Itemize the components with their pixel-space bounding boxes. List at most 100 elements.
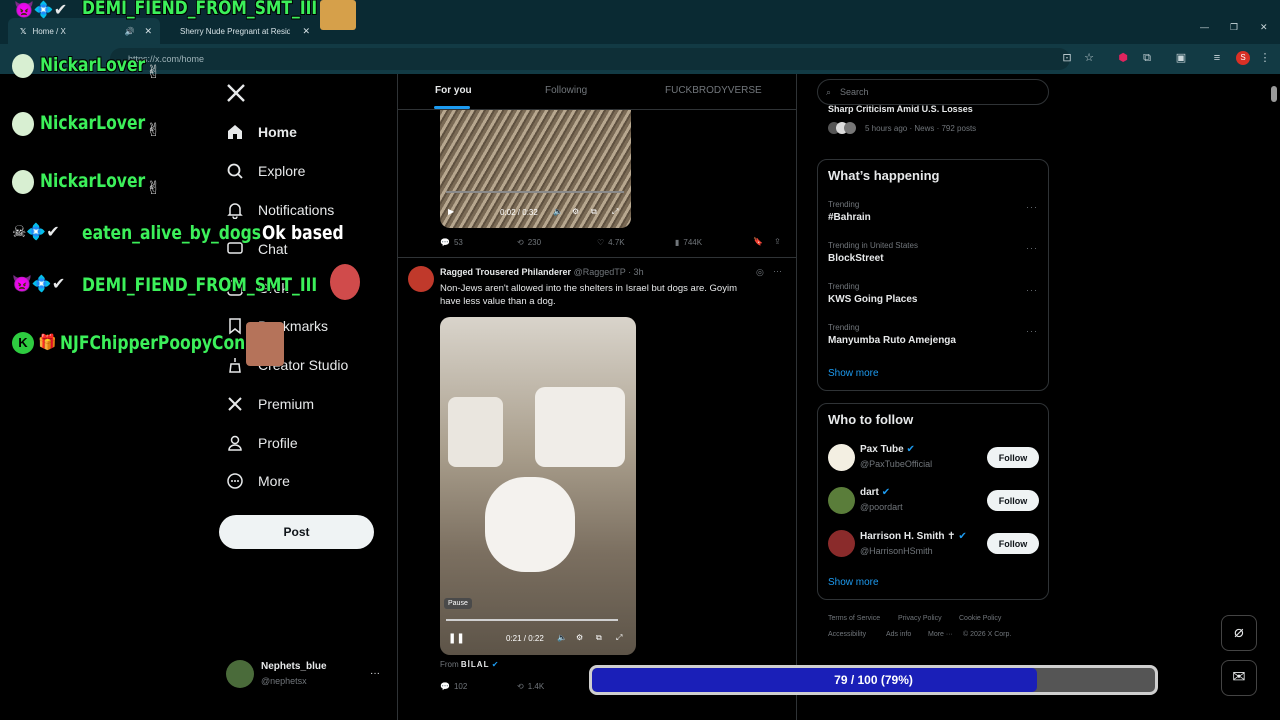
pause-icon[interactable]: ❚❚ <box>448 633 465 644</box>
post2-source[interactable]: From BİLAL ✔ <box>440 660 498 669</box>
post1-like[interactable]: ♡ 4.7K <box>597 238 625 247</box>
nav-more[interactable]: More <box>226 466 290 496</box>
x-logo-icon[interactable] <box>226 83 246 103</box>
post2-video-progress[interactable] <box>446 619 618 621</box>
fullscreen-icon[interactable]: ⤢ <box>616 633 622 643</box>
footer-terms[interactable]: Terms of Service <box>828 615 880 622</box>
post2-avatar[interactable] <box>408 266 434 292</box>
sidebar-icon[interactable]: ▣ <box>1174 51 1188 65</box>
play-icon[interactable]: ▶ <box>448 207 454 216</box>
repost-icon: ⟲ <box>517 682 524 691</box>
post-menu-icon[interactable]: ··· <box>773 266 782 276</box>
bookmark-icon[interactable]: 🔖 <box>753 237 763 246</box>
footer-ads[interactable]: Ads info <box>886 631 911 638</box>
volume-icon[interactable]: 🔈 <box>557 633 567 642</box>
post2-repost[interactable]: ⟲ 1.4K <box>517 682 544 691</box>
trend-menu-icon[interactable]: ··· <box>1026 202 1038 212</box>
scrollbar-thumb[interactable] <box>1271 86 1277 102</box>
trend-item[interactable]: BlockStreet <box>828 253 884 264</box>
tab-other[interactable]: Sherry Nude Pregnant at Resid ✕ <box>168 18 318 44</box>
settings-icon[interactable]: ⚙ <box>572 207 579 216</box>
tab-home-x[interactable]: 𝕏 Home / X 🔊 ✕ <box>8 18 160 44</box>
follow-name[interactable]: dart ✔ <box>860 487 890 498</box>
trend-menu-icon[interactable]: ··· <box>1026 285 1038 295</box>
settings-icon[interactable]: ⚙ <box>576 633 583 642</box>
tab-for-you[interactable]: For you <box>435 85 472 96</box>
account-avatar[interactable] <box>226 660 254 688</box>
post2-reply[interactable]: 💬 102 <box>440 682 467 691</box>
news-meta: 5 hours ago · News · 792 posts <box>865 124 977 133</box>
video-dog <box>485 477 575 572</box>
grok-fab-icon[interactable]: ⌀ <box>1221 615 1257 651</box>
follow-avatar[interactable] <box>828 487 855 514</box>
progress-label: 79 / 100 (79%) <box>834 673 913 687</box>
close-window-icon[interactable]: ✕ <box>1260 22 1268 33</box>
nav-creator-studio[interactable]: Creator Studio <box>226 350 348 380</box>
nav-notifications[interactable]: Notifications <box>226 195 334 225</box>
nav-home[interactable]: Home <box>226 117 297 147</box>
maximize-icon[interactable]: ❐ <box>1230 22 1238 33</box>
footer-more[interactable]: More ··· <box>928 631 953 638</box>
close-tab-icon[interactable]: ✕ <box>302 26 310 37</box>
verified-icon: ✔ <box>906 444 915 455</box>
follow-button[interactable]: Follow <box>987 490 1039 511</box>
chat-username: NickarLover <box>40 170 146 192</box>
close-tab-icon[interactable]: ✕ <box>144 26 152 37</box>
follow-name[interactable]: Pax Tube ✔ <box>860 444 915 455</box>
downloads-icon[interactable]: ≡ <box>1210 51 1224 65</box>
trend-item[interactable]: Manyumba Ruto Amejenga <box>828 335 956 346</box>
profile-icon[interactable]: S <box>1236 51 1250 65</box>
post1-video-progress[interactable] <box>446 191 624 193</box>
post-button[interactable]: Post <box>219 515 374 549</box>
pip-icon[interactable]: ⧉ <box>596 633 602 643</box>
follow-button[interactable]: Follow <box>987 447 1039 468</box>
pip-icon[interactable]: ⧉ <box>591 207 597 217</box>
account-menu-icon[interactable]: ··· <box>370 668 380 679</box>
grok-icon[interactable]: ◎ <box>756 267 764 278</box>
post1-reply[interactable]: 💬 53 <box>440 238 463 247</box>
speaker-icon[interactable]: 🔊 <box>124 27 134 36</box>
footer-copyright: © 2026 X Corp. <box>963 631 1012 638</box>
volume-icon[interactable]: 🔈 <box>553 207 563 216</box>
follow-avatar[interactable] <box>828 530 855 557</box>
repost-count: 230 <box>527 238 542 247</box>
footer-privacy[interactable]: Privacy Policy <box>898 615 942 622</box>
messages-fab-icon[interactable]: ✉ <box>1221 660 1257 696</box>
star-icon[interactable]: ☆ <box>1082 51 1096 65</box>
account-name: Nephets_blue <box>261 661 327 672</box>
trend-menu-icon[interactable]: ··· <box>1026 243 1038 253</box>
show-more-follow[interactable]: Show more <box>828 577 879 588</box>
chat-username: NJFChipperPoopyCon <box>60 332 246 354</box>
nav-explore[interactable]: Explore <box>226 156 305 186</box>
video-figure <box>535 387 625 467</box>
post1-views[interactable]: ▮ 744K <box>675 238 702 247</box>
footer-accessibility[interactable]: Accessibility <box>828 631 866 638</box>
extensions-icon[interactable]: ⧉ <box>1140 51 1154 65</box>
trend-item[interactable]: #Bahrain <box>828 212 871 223</box>
menu-icon[interactable]: ⋮ <box>1258 51 1272 65</box>
emote-image <box>246 322 284 366</box>
install-icon[interactable]: ⊡ <box>1060 51 1074 65</box>
minimize-icon[interactable]: — <box>1200 22 1209 32</box>
follow-name[interactable]: Harrison H. Smith ✝ ✔ <box>860 531 967 542</box>
tab-following[interactable]: Following <box>545 85 587 96</box>
news-title[interactable]: Sharp Criticism Amid U.S. Losses <box>828 104 973 114</box>
post1-repost[interactable]: ⟲ 230 <box>517 238 541 247</box>
search-input[interactable]: ⌕ Search <box>817 79 1049 105</box>
fullscreen-icon[interactable]: ⤢ <box>612 207 618 217</box>
adblock-icon[interactable]: ⬢ <box>1116 51 1130 65</box>
show-more-trends[interactable]: Show more <box>828 368 879 379</box>
trend-item[interactable]: KWS Going Places <box>828 294 917 305</box>
trend-menu-icon[interactable]: ··· <box>1026 326 1038 336</box>
post2-handle[interactable]: @RaggedTP · 3h <box>574 267 644 277</box>
tab-custom-feed[interactable]: FUCKBRODYVERSE <box>665 85 762 96</box>
follow-button[interactable]: Follow <box>987 533 1039 554</box>
nav-premium[interactable]: Premium <box>226 389 314 419</box>
post2-author[interactable]: Ragged Trousered Philanderer <box>440 267 571 277</box>
address-bar[interactable]: https://x.com/home <box>110 48 1070 70</box>
share-icon[interactable]: ⇪ <box>774 237 781 246</box>
follow-avatar[interactable] <box>828 444 855 471</box>
nav-profile[interactable]: Profile <box>226 428 298 458</box>
chat-username: eaten_alive_by_dogs <box>82 222 262 244</box>
footer-cookie[interactable]: Cookie Policy <box>959 615 1001 622</box>
